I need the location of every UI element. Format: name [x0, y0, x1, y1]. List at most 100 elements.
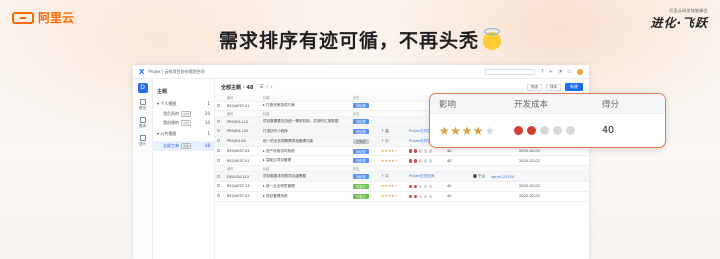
row-title-text: 项目集要求关联项目级需要	[263, 174, 307, 179]
row-checkbox[interactable]	[217, 174, 220, 178]
row-title[interactable]: ▸ 智能云项目管理	[261, 155, 351, 167]
sort-dropdown[interactable]: 排序	[546, 83, 561, 91]
table-row[interactable]: REQUEST-03 ▸ 项目管理系统 开发中 ★★★★★ 40 2020-02-02	[215, 191, 589, 202]
row-title[interactable]: ▸ 打造完美协同方案	[261, 101, 351, 112]
top-bar: X Projex / 云效项目协作规划空间 ? + ◔ ▭	[133, 65, 589, 79]
row-title[interactable]: 项目集要求关联项目级需要	[261, 171, 351, 183]
row-id[interactable]: REQUEST-03	[225, 146, 261, 157]
priority-callout: 影响 开发成本 得分 ★★★★★ 40	[429, 93, 666, 148]
cost-dot-icon[interactable]	[553, 126, 562, 135]
breadcrumb[interactable]: Projex / 云效项目协作规划空间	[148, 69, 485, 75]
status-badge[interactable]: 待处理	[353, 128, 369, 134]
star-icon[interactable]: ★	[473, 124, 484, 138]
row-checkbox[interactable]	[217, 184, 220, 188]
row-title[interactable]: 打造协作小程序	[261, 126, 351, 137]
rail-item-overview[interactable]: 概览	[133, 99, 152, 111]
row-title[interactable]: 统一的业务洞察需求池管理功能	[261, 136, 351, 147]
sidebar-section-personal[interactable]: ▾ 个人视图 1	[157, 101, 210, 107]
status-badge[interactable]: 待处理	[353, 174, 369, 180]
row-space[interactable]: Projex交付空间	[407, 171, 445, 183]
row-id[interactable]: DESIGN-113	[225, 171, 261, 183]
row-id[interactable]: REQUEST-01	[225, 155, 261, 167]
row-checkbox[interactable]	[217, 158, 220, 162]
row-id[interactable]: REQUEST-13	[225, 181, 261, 192]
rail-label: 迭代	[139, 142, 146, 146]
impact-stars[interactable]: ★★★★★	[381, 149, 398, 153]
cost-dot-icon[interactable]	[540, 126, 549, 135]
row-checkbox[interactable]	[217, 149, 220, 153]
star-icon[interactable]: ★	[439, 124, 450, 138]
rail-item-requirement[interactable]: 需求	[133, 117, 152, 129]
row-title-text: 统一企业研发管理	[265, 183, 295, 188]
cost-dot-icon[interactable]	[514, 126, 523, 135]
rail-item-iteration[interactable]: 迭代	[133, 135, 152, 147]
row-checkbox[interactable]	[217, 129, 220, 133]
table-row[interactable]: DESIGN-113 项目集要求关联项目级需要 待处理 ↑ 中 Projex交付空间 宁山…	[215, 171, 589, 183]
row-title[interactable]: ▸ 统一企业研发管理	[261, 181, 351, 192]
priority-text: 中	[385, 138, 389, 143]
row-id[interactable]: PROJEX-102	[225, 126, 261, 137]
row-checkbox[interactable]	[217, 119, 220, 123]
star-icon[interactable]: ★	[450, 124, 461, 138]
row-id[interactable]: REQUEST-03	[225, 191, 261, 202]
row-score: 40	[445, 155, 471, 167]
add-icon[interactable]: +	[549, 69, 553, 75]
row-id[interactable]: PROJEX-112	[225, 116, 261, 128]
row-title-text: 统一的业务洞察需求池管理功能	[263, 138, 314, 143]
row-checkbox[interactable]	[217, 139, 220, 143]
row-id[interactable]: REQUEST-01	[225, 101, 261, 112]
status-badge[interactable]: 待处理	[353, 103, 369, 109]
brand-name: 阿里云	[38, 11, 75, 25]
message-icon[interactable]: ▭	[567, 69, 572, 75]
cost-dots[interactable]	[409, 184, 432, 189]
filter-dropdown[interactable]: 筛选	[527, 83, 542, 91]
cost-dots[interactable]	[409, 149, 432, 153]
row-id[interactable]: PROJEX-80	[225, 136, 261, 147]
star-icon[interactable]: ★	[484, 124, 495, 138]
sidebar-section-public[interactable]: ▾ 公共视图 1	[157, 131, 210, 137]
avatar[interactable]	[577, 68, 583, 75]
row-checkbox[interactable]	[217, 103, 220, 107]
status-badge[interactable]: 待处理	[353, 119, 369, 125]
row-date: 2020-02-02	[517, 181, 589, 192]
view-icons[interactable]: ☰ ⋮ ‹	[259, 85, 272, 90]
status-badge[interactable]: 开发中	[353, 183, 369, 189]
item-count: 10	[204, 120, 210, 125]
new-button[interactable]: 新建	[565, 83, 583, 91]
status-badge[interactable]: 开发中	[353, 193, 369, 199]
cost-dot-icon[interactable]	[527, 126, 536, 135]
help-icon[interactable]: ?	[541, 69, 544, 75]
item-label: 我创建的	[163, 120, 179, 125]
table-row[interactable]: REQUEST-13 ▸ 统一企业研发管理 开发中 ★★★★★ 40 2020-02-02	[215, 181, 589, 192]
cost-rating[interactable]	[508, 126, 592, 135]
impact-stars[interactable]: ★★★★★	[381, 184, 398, 188]
row-sprint[interactable]: sprint-22Y24	[489, 171, 517, 183]
row-title[interactable]: 项目集需要支持统一需求机制，并按时汇报数据	[261, 116, 351, 128]
sidebar-item-all[interactable]: 全部工单 系统 48	[153, 141, 214, 151]
sidebar-item-created[interactable]: 我创建的 系统 10	[163, 120, 210, 126]
row-title-text: 项目集需要支持统一需求机制，并按时汇报数据	[263, 119, 339, 124]
impact-stars[interactable]: ★★★★★	[381, 159, 398, 163]
cost-dot-icon[interactable]	[566, 126, 575, 135]
row-title[interactable]: ▸ 资产线索协同系统	[261, 146, 351, 157]
bell-icon[interactable]: ◔	[558, 69, 562, 75]
row-title[interactable]: ▸ 项目管理系统	[261, 191, 351, 202]
sidebar-item-mine[interactable]: 我负责的 系统 20	[163, 111, 210, 117]
cost-dots[interactable]	[409, 194, 432, 198]
star-icon[interactable]: ★	[462, 124, 473, 138]
search-input[interactable]	[485, 68, 536, 75]
impact-rating[interactable]: ★★★★★	[430, 124, 508, 138]
toolbar: 筛选 排序 新建	[527, 83, 583, 91]
impact-stars[interactable]: ★★★★★	[381, 194, 398, 198]
top-icons: ? + ◔ ▭	[541, 68, 583, 75]
status-badge[interactable]: 待处理	[353, 148, 369, 154]
status-badge[interactable]: 待处理	[353, 158, 369, 164]
status-badge[interactable]: 已完成	[353, 138, 369, 144]
priority-text: 高	[385, 128, 389, 133]
projex-logo-icon[interactable]: X	[139, 68, 144, 76]
cost-dots[interactable]	[409, 159, 432, 163]
row-checkbox[interactable]	[217, 194, 220, 198]
section-label: ▾ 个人视图	[157, 101, 177, 106]
table-row[interactable]: REQUEST-01 ▸ 智能云项目管理 待处理 ★★★★★ 40 2020-02-02	[215, 155, 589, 167]
space-icon[interactable]: D	[137, 83, 148, 93]
